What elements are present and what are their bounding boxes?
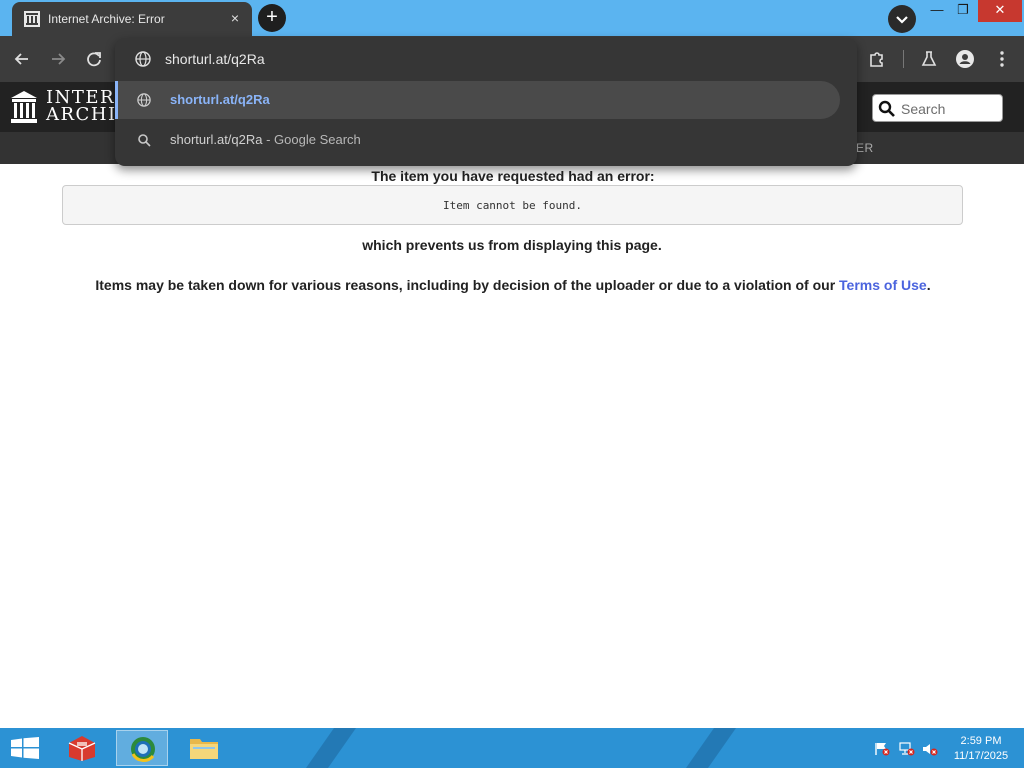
forward-arrow-icon[interactable] [47, 48, 69, 70]
address-bar[interactable]: shorturl.at/q2Ra [115, 38, 857, 80]
browser-tab-active[interactable]: Internet Archive: Error × [12, 2, 252, 36]
file-explorer-icon [190, 739, 218, 759]
windows-taskbar: 2:59 PM 11/17/2025 [0, 728, 1024, 768]
taskbar-app-browser[interactable] [116, 730, 168, 766]
toolbar-divider [903, 50, 904, 68]
window-close-button[interactable]: ✕ [978, 0, 1022, 22]
window-maximize-button[interactable]: ❐ [952, 0, 974, 22]
suggestion-url-text: shorturl.at/q2Ra [170, 92, 270, 107]
toolbox-icon [68, 736, 96, 761]
taskbar-decoration [298, 728, 364, 768]
site-nav-item-partial[interactable]: ER [856, 141, 874, 155]
flag-alert-icon[interactable] [874, 742, 890, 756]
error-reasons: Items may be taken down for various reas… [0, 277, 1024, 293]
kebab-menu-icon[interactable] [991, 48, 1013, 70]
site-search-box[interactable] [872, 94, 1003, 122]
taskbar-clock[interactable]: 2:59 PM 11/17/2025 [946, 734, 1016, 764]
taskbar-app-toolbox[interactable] [56, 730, 108, 766]
terms-of-use-link[interactable]: Terms of Use [839, 277, 927, 293]
error-message-box: Item cannot be found. [62, 185, 963, 225]
globe-icon [135, 51, 151, 67]
error-heading: The item you have requested had an error… [371, 168, 655, 184]
omnibox-suggestion-url[interactable]: shorturl.at/q2Ra [115, 81, 840, 119]
taskbar-decoration [678, 728, 744, 768]
extensions-puzzle-icon[interactable] [866, 48, 888, 70]
taskbar-app-file-explorer[interactable] [178, 730, 230, 766]
error-reasons-text: Items may be taken down for various reas… [95, 277, 840, 293]
profile-avatar-icon[interactable] [954, 48, 976, 70]
globe-icon [137, 93, 151, 107]
error-reasons-end: . [926, 277, 931, 293]
window-minimize-button[interactable]: — [926, 0, 948, 22]
suggestion-search-query: shorturl.at/q2Ra [170, 132, 263, 147]
internet-archive-favicon-icon [24, 11, 40, 27]
site-search-input[interactable] [901, 99, 997, 119]
browser-icon [131, 737, 155, 762]
search-icon [138, 134, 151, 147]
suggestion-selected-indicator [115, 81, 118, 119]
clock-date: 11/17/2025 [953, 750, 1009, 762]
tab-close-icon[interactable]: × [226, 9, 244, 27]
windows-start-icon[interactable] [11, 737, 39, 759]
suggestion-search-suffix: - Google Search [262, 132, 361, 147]
chevron-down-icon [896, 16, 908, 24]
labs-flask-icon[interactable] [918, 48, 940, 70]
new-tab-button[interactable]: + [258, 4, 286, 32]
internet-archive-logo-icon[interactable] [10, 90, 38, 124]
tab-search-button[interactable] [888, 5, 916, 33]
address-bar-input[interactable]: shorturl.at/q2Ra [165, 51, 265, 67]
network-alert-icon[interactable] [899, 742, 915, 756]
screen: Internet Archive: Error × + — ❐ ✕ INTERN… [0, 0, 1024, 768]
omnibox-dropdown: shorturl.at/q2Ra shorturl.at/q2Ra shortu… [115, 38, 857, 166]
volume-muted-icon[interactable] [922, 742, 938, 756]
clock-time: 2:59 PM [960, 735, 1002, 747]
tab-title: Internet Archive: Error [48, 12, 165, 26]
reload-icon[interactable] [83, 48, 105, 70]
error-explanation: which prevents us from displaying this p… [362, 237, 662, 253]
back-arrow-icon[interactable] [11, 48, 33, 70]
omnibox-suggestion-search[interactable]: shorturl.at/q2Ra - Google Search [170, 132, 361, 147]
search-icon [878, 100, 895, 117]
error-message: Item cannot be found. [442, 199, 583, 212]
browser-title-bar: Internet Archive: Error × + — ❐ ✕ [0, 0, 1024, 36]
